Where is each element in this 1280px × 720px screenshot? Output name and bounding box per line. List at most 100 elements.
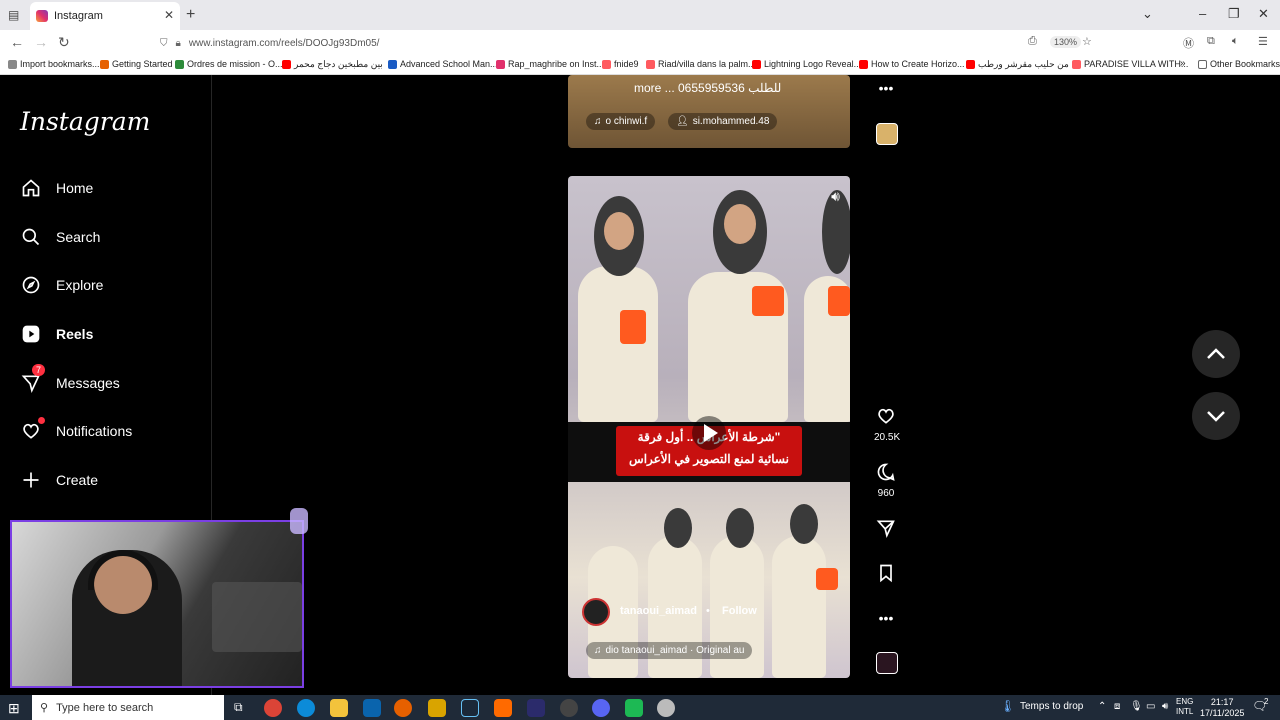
app-icon[interactable] [428, 699, 446, 717]
address-bar[interactable]: ⛉ 🔒︎ www.instagram.com/reels/DOOJg93Dm05… [150, 32, 1100, 54]
bookmark-item[interactable]: Lightning Logo Reveal... [752, 59, 861, 69]
next-reel-button[interactable] [1192, 392, 1240, 440]
nav-explore[interactable]: Explore [20, 274, 103, 296]
close-window-button[interactable]: ✕ [1258, 6, 1269, 22]
instagram-logo[interactable]: Instagram [20, 107, 150, 136]
firefox-icon[interactable] [394, 699, 412, 717]
armband [752, 286, 784, 316]
youtube-icon [966, 60, 975, 69]
maximize-button[interactable]: ❐ [1228, 6, 1240, 22]
microphone-icon[interactable]: 🎙︎ [1130, 701, 1143, 712]
new-tab-button[interactable]: + [186, 6, 195, 24]
more-bookmarks-icon[interactable]: » [1180, 58, 1186, 69]
nav-create[interactable]: Create [20, 469, 98, 491]
menu-icon[interactable]: ☰ [1258, 35, 1268, 48]
other-bookmarks[interactable]: Other Bookmarks [1198, 59, 1280, 69]
tab-overview-icon[interactable]: ▤ [8, 8, 19, 22]
windows-start-icon[interactable]: ⊞ [8, 700, 20, 717]
username[interactable]: tanaoui_aimad [620, 605, 697, 617]
obs-icon[interactable] [560, 699, 578, 717]
outlook-icon[interactable] [363, 699, 381, 717]
comment-button[interactable]: 960 [874, 462, 898, 499]
discord-icon[interactable] [592, 699, 610, 717]
app-icon[interactable] [527, 699, 545, 717]
taskbar-search-input[interactable]: ⚲ Type here to search [32, 695, 224, 720]
speaker-icon[interactable]: 🔈︎ [1232, 35, 1239, 48]
save-page-icon[interactable]: ⎙ [1028, 35, 1037, 48]
audio-pill[interactable]: ♫ o chinwi.f [586, 113, 656, 130]
chevron-up-icon[interactable]: ⌃ [1098, 701, 1106, 712]
save-button[interactable] [874, 563, 898, 586]
forward-button[interactable]: → [34, 34, 48, 50]
steam-icon[interactable] [461, 699, 479, 717]
bookmark-item[interactable]: How to Create Horizo... [859, 59, 965, 69]
comment-icon [877, 463, 895, 481]
app-icon[interactable] [494, 699, 512, 717]
like-button[interactable]: 20.5K [874, 406, 900, 443]
edge-icon[interactable] [297, 699, 315, 717]
minimize-button[interactable]: – [1199, 6, 1206, 21]
zoom-level[interactable]: 130% [1050, 36, 1082, 48]
follow-button[interactable]: Follow [722, 605, 757, 617]
lock-icon[interactable]: 🔒︎ [176, 38, 181, 49]
close-tab-icon[interactable]: ✕ [164, 8, 174, 22]
more-options-icon[interactable]: ••• [874, 80, 898, 96]
url-text[interactable]: www.instagram.com/reels/DOOJg93Dm05/ [189, 38, 380, 49]
network-icon[interactable]: ▭ [1146, 701, 1155, 712]
bookmark-item[interactable]: fnide9 [602, 59, 639, 69]
bookmark-item[interactable]: Riad/villa dans la palm... [646, 59, 756, 69]
nav-reels[interactable]: Reels [20, 323, 93, 345]
bookmark-item[interactable]: Import bookmarks... [8, 59, 100, 69]
account-icon[interactable]: Ⓜ [1183, 35, 1194, 51]
bookmark-item[interactable]: Ordres de mission - O... [175, 59, 283, 69]
tray-icon[interactable]: ⧈ [1114, 701, 1120, 712]
reload-button[interactable]: ↻ [58, 34, 70, 51]
audio-thumbnail[interactable] [876, 123, 898, 145]
bookmark-item[interactable]: Advanced School Man... [388, 59, 498, 69]
armband [828, 286, 850, 316]
share-button[interactable] [874, 518, 898, 541]
audio-thumbnail[interactable] [876, 652, 898, 674]
tab-instagram[interactable]: Instagram ✕ [30, 2, 180, 30]
back-button[interactable]: ← [10, 34, 24, 50]
speaker-icon[interactable]: 🔊︎ [831, 188, 840, 205]
bookmark-item[interactable]: PARADISE VILLA WITH... [1072, 59, 1188, 69]
bookmark-item[interactable]: Getting Started [100, 59, 173, 69]
weather-text[interactable]: Temps to drop [1020, 701, 1083, 712]
chrome-icon[interactable] [264, 699, 282, 717]
reel-caption[interactable]: more ... 0655959536 للطلب [634, 81, 781, 95]
folder-icon [1198, 59, 1207, 69]
site-icon [175, 59, 184, 69]
reel-video[interactable]: 🔊︎ "شرطة الأعراس .. أول فرقة نسائية لمنع… [568, 176, 850, 678]
airbnb-icon [1072, 59, 1081, 69]
app-icon[interactable] [625, 699, 643, 717]
more-options-icon[interactable]: ••• [874, 610, 898, 626]
extensions-icon[interactable]: ⧉ [1207, 35, 1215, 48]
nav-home[interactable]: Home [20, 177, 93, 199]
video-figure [664, 508, 692, 548]
reel-previous[interactable]: more ... 0655959536 للطلب ♫ o chinwi.f 👤… [568, 75, 850, 148]
weather-icon[interactable]: 🌡︎ [1000, 699, 1015, 713]
star-icon[interactable]: ☆ [1082, 35, 1092, 48]
shield-icon[interactable]: ⛉ [160, 38, 168, 49]
clock[interactable]: 21:17 17/11/2025 [1200, 697, 1244, 719]
person-icon: 👤︎ [676, 116, 689, 127]
play-button[interactable] [692, 416, 726, 450]
bookmark-item[interactable]: بين مطبخين دجاج محمر [282, 59, 383, 70]
nav-notifications[interactable]: Notifications [20, 417, 132, 442]
volume-icon[interactable]: 🔊︎ [1162, 701, 1168, 712]
overlay-caption-line: نسائية لمنع التصوير في الأعراس [629, 452, 789, 466]
bookmark-item[interactable]: من حليب مقرشر ورطب [966, 59, 1069, 70]
tagged-user-pill[interactable]: 👤︎ si.mohammed.48 [668, 113, 778, 130]
bookmark-item[interactable]: Rap_maghribe on Inst... [496, 59, 604, 69]
chevron-down-icon[interactable]: ⌄ [1142, 6, 1153, 22]
app-icon[interactable] [657, 699, 675, 717]
nav-messages[interactable]: 7 Messages [20, 364, 120, 394]
avatar[interactable] [582, 598, 610, 626]
previous-reel-button[interactable] [1192, 330, 1240, 378]
audio-pill[interactable]: ♫ dio tanaoui_aimad · Original au [586, 642, 753, 659]
file-explorer-icon[interactable] [330, 699, 348, 717]
language-indicator[interactable]: ENG INTL [1176, 697, 1193, 717]
nav-search[interactable]: Search [20, 226, 100, 248]
task-view-icon[interactable]: ⧉ [234, 700, 243, 715]
